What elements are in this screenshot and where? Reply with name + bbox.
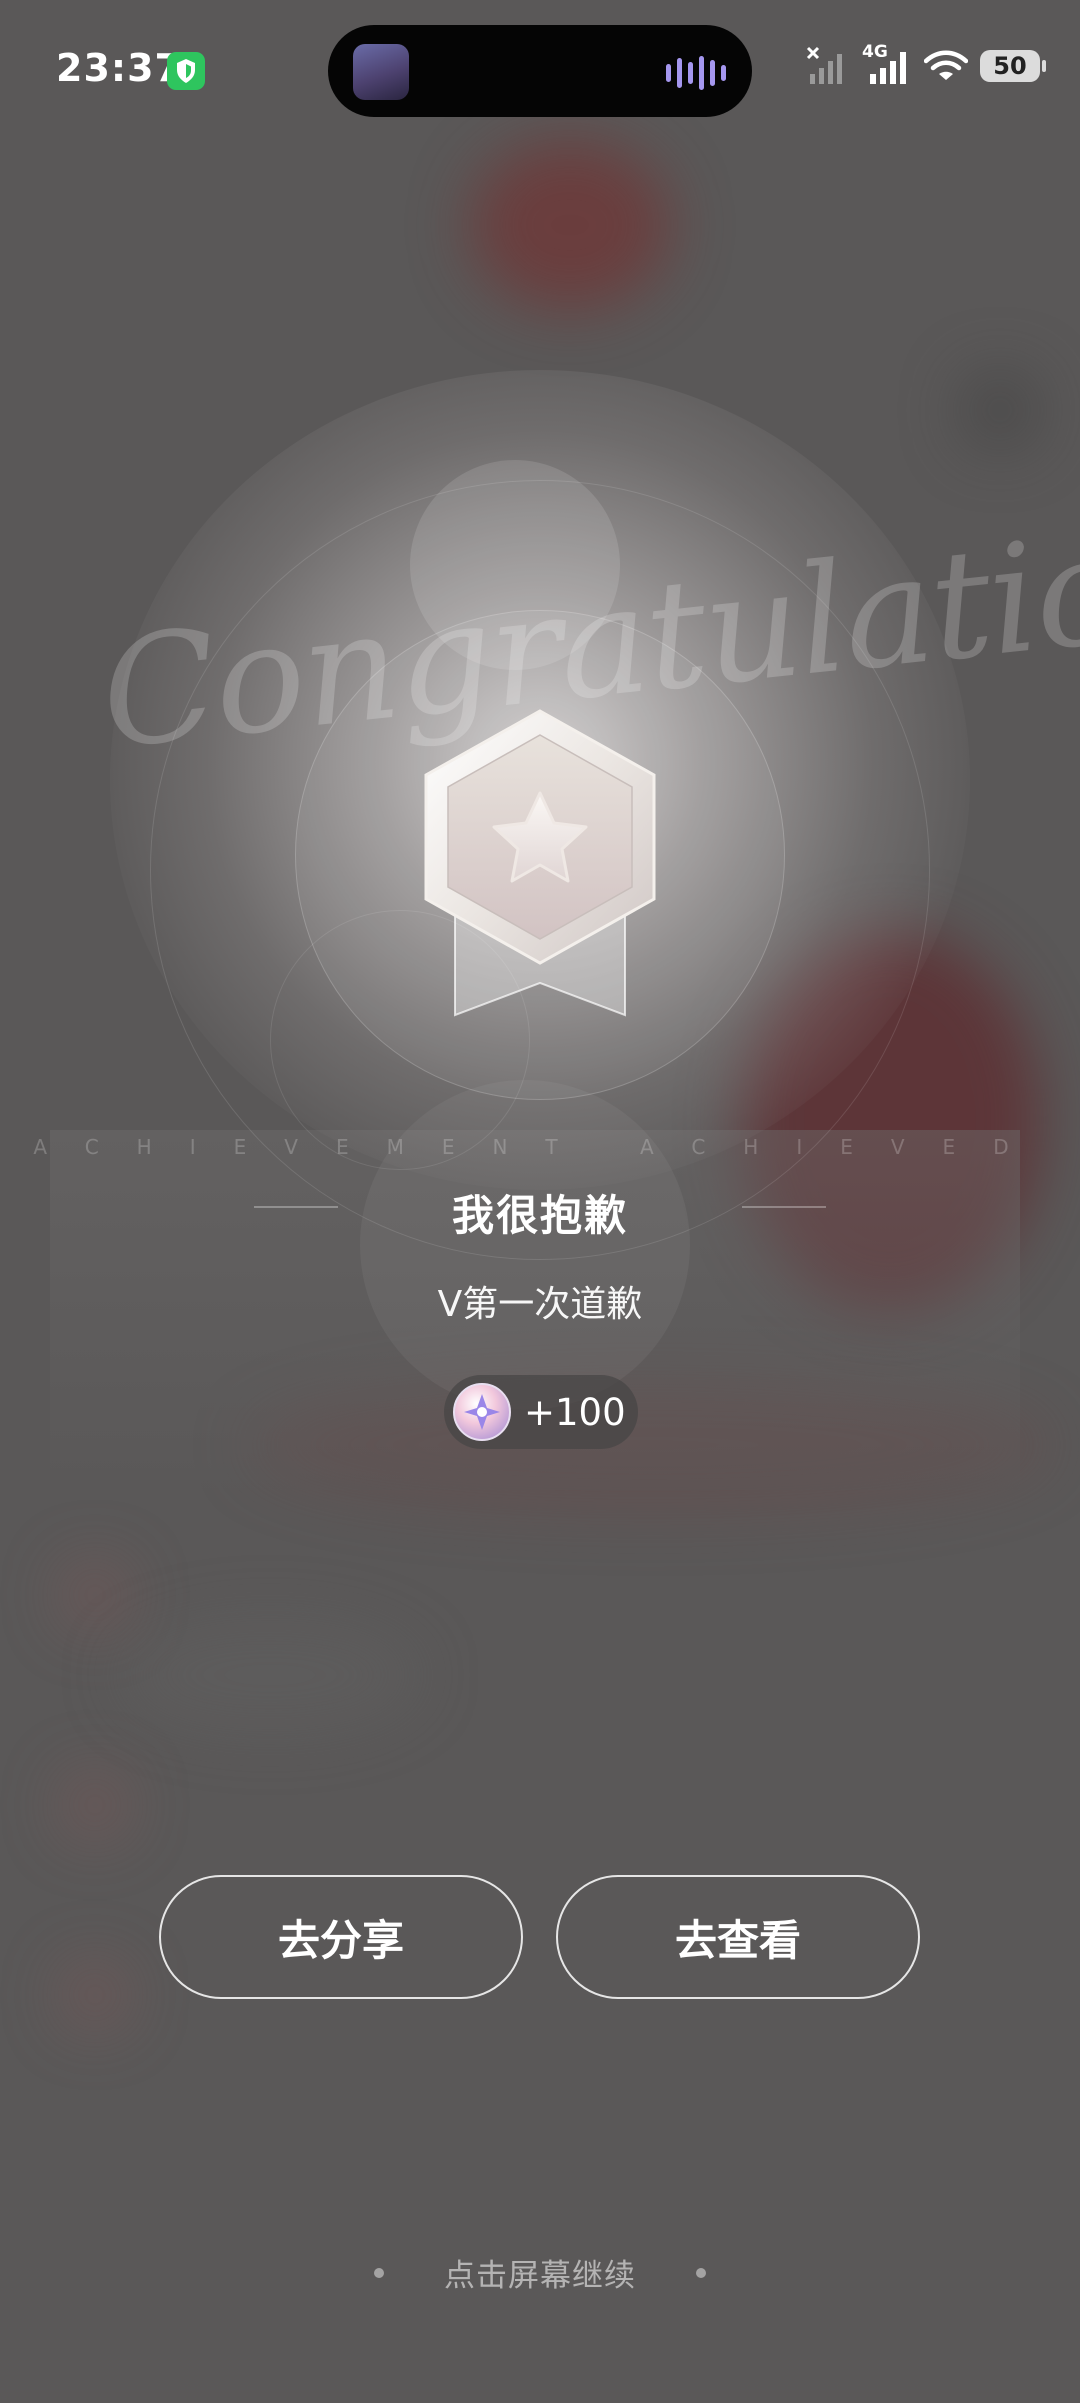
- tap-to-continue[interactable]: 点击屏幕继续: [0, 2250, 1080, 2295]
- dot-icon: [696, 2267, 706, 2278]
- status-icons: 4G 50: [806, 42, 1046, 86]
- decor-ring: [360, 1080, 690, 1410]
- no-signal-icon: [806, 46, 842, 84]
- share-button[interactable]: 去分享: [159, 1875, 523, 1999]
- achievement-caption: ACHIEVEMENT ACHIEVED: [33, 1135, 1047, 1159]
- battery-level: 50: [993, 52, 1027, 80]
- music-thumbnail[interactable]: [353, 44, 409, 100]
- star-medal-icon: [424, 709, 656, 1017]
- battery-icon: 50: [980, 50, 1046, 82]
- shield-icon: [167, 52, 205, 90]
- status-bar: 23:37 4G 50: [0, 0, 1080, 140]
- continue-hint: 点击屏幕继续: [444, 2258, 636, 2294]
- audio-wave-icon: [666, 55, 726, 91]
- reward-badge: +100: [444, 1375, 638, 1449]
- dynamic-island[interactable]: [328, 25, 752, 117]
- signal-4g-icon: 4G: [862, 42, 912, 86]
- achievement-description: V第一次道歉: [437, 1284, 643, 1325]
- clock: 23:37: [56, 46, 182, 90]
- gem-coin-icon: [453, 1383, 511, 1441]
- view-button[interactable]: 去查看: [556, 1875, 920, 1999]
- dot-icon: [374, 2267, 384, 2278]
- reward-amount: +100: [524, 1390, 626, 1434]
- wifi-icon: [924, 50, 968, 80]
- achievement-title: 我很抱歉: [451, 1191, 628, 1240]
